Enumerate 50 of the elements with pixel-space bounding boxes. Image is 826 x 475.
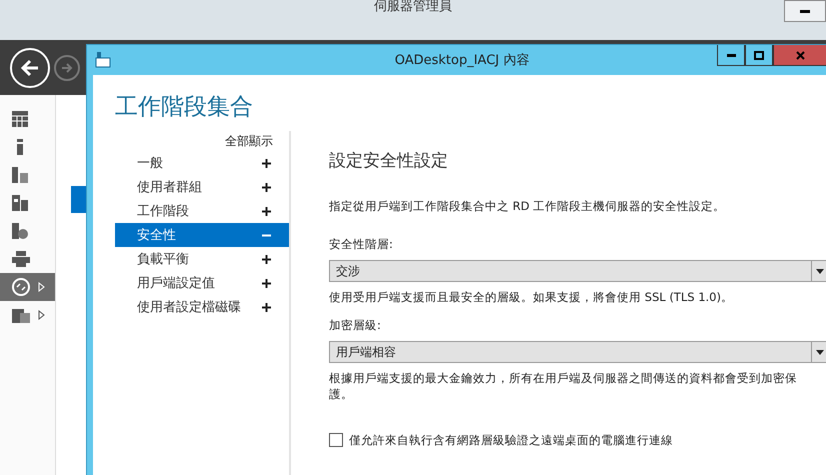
checkbox-label: 僅允許來自執行含有網路層級驗證之遠端桌面的電腦進行連線 <box>349 432 673 448</box>
plus-icon <box>262 302 271 312</box>
section-item[interactable]: 用戶端設定值 <box>115 271 289 295</box>
maximize-icon <box>754 50 764 60</box>
caret-icon <box>816 268 824 274</box>
section-item[interactable]: 工作階段 <box>115 199 289 223</box>
checkbox[interactable] <box>329 433 343 447</box>
servers-icon <box>12 167 28 183</box>
plus-icon <box>262 254 271 264</box>
page-heading: 工作階段集合 <box>115 93 254 122</box>
server-globe-icon <box>12 223 28 239</box>
section-heading: 設定安全性設定 <box>329 150 449 172</box>
minimize-button[interactable] <box>784 0 826 22</box>
plus-icon <box>262 158 271 168</box>
app-icon <box>95 52 111 68</box>
description-text: 指定從用戶端到工作階段集合中之 RD 工作階段主機伺服器的安全性設定。 <box>329 198 726 214</box>
expand-arrow-icon <box>38 282 45 292</box>
plus-icon <box>262 206 271 216</box>
minimize-icon <box>800 10 810 12</box>
dialog-title: OADesktop_IACJ 內容 <box>394 52 530 69</box>
section-item[interactable]: 使用者群組 <box>115 175 289 199</box>
caret-icon <box>816 350 824 354</box>
plus-icon <box>262 278 271 288</box>
show-all-link[interactable]: 全部顯示 <box>225 133 273 151</box>
forward-arrow-icon <box>61 62 73 74</box>
back-button[interactable] <box>10 48 50 88</box>
section-item[interactable]: 負載平衡 <box>115 247 289 271</box>
minimize-button[interactable] <box>717 45 745 66</box>
hint-text: 使用受用戶端支援而且最安全的層級。如果支援，將會使用 SSL (TLS 1.0)。 <box>329 289 734 305</box>
forward-button[interactable] <box>54 54 80 80</box>
field-label: 安全性階層: <box>329 236 394 252</box>
storage-icon <box>12 195 28 211</box>
close-icon <box>796 50 804 60</box>
section-item[interactable]: 一般 <box>115 151 289 175</box>
expand-arrow-icon <box>38 310 45 320</box>
close-button[interactable] <box>773 45 826 66</box>
grid-icon <box>12 111 28 127</box>
dropdown[interactable]: 交涉 <box>329 260 826 282</box>
dropdown[interactable]: 用戶端相容 <box>329 341 826 363</box>
sidebar-icon-item[interactable] <box>0 273 55 301</box>
minimize-icon <box>726 54 736 56</box>
hint-text: 根據用戶端支援的最大金鑰效力，所有在用戶端及伺服器之間傳送的資料都會受到加密保護。 <box>329 370 798 402</box>
remote-desktop-icon <box>12 278 30 296</box>
folder-icon <box>12 307 30 323</box>
field-label: 加密層級: <box>329 317 382 333</box>
back-arrow-icon <box>20 58 40 76</box>
plus-icon <box>262 182 271 192</box>
section-item[interactable]: 安全性 <box>115 223 289 247</box>
printer-icon <box>12 251 30 267</box>
section-item[interactable]: 使用者設定檔磁碟 <box>115 295 289 319</box>
